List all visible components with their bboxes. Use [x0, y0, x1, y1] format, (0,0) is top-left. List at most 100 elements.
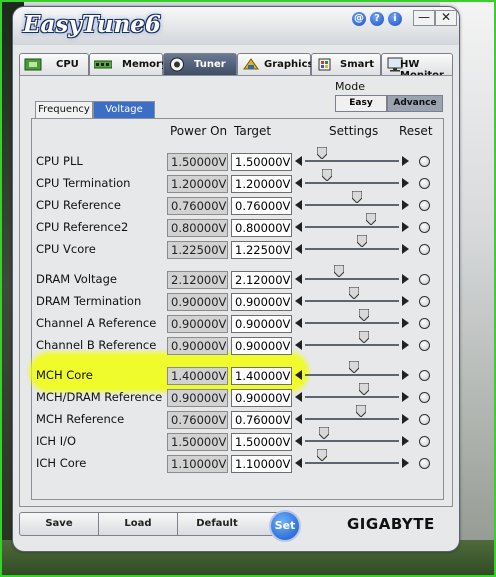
help-icon-button[interactable]: ? [370, 12, 384, 26]
voltage-slider[interactable] [295, 383, 409, 405]
reset-radio[interactable] [419, 178, 430, 189]
slider-thumb[interactable] [359, 309, 370, 321]
slider-track[interactable] [305, 226, 399, 228]
slider-left-arrow-icon[interactable] [295, 340, 302, 350]
slider-right-arrow-icon[interactable] [402, 370, 409, 380]
target-input[interactable]: 0.90000V [231, 337, 292, 355]
slider-left-arrow-icon[interactable] [295, 200, 302, 210]
slider-track[interactable] [305, 440, 399, 442]
mode-advance-button[interactable]: Advance [387, 95, 443, 112]
slider-right-arrow-icon[interactable] [402, 274, 409, 284]
voltage-slider[interactable] [295, 287, 409, 309]
slider-thumb[interactable] [365, 213, 376, 225]
voltage-slider[interactable] [295, 235, 409, 257]
reset-radio[interactable] [419, 414, 430, 425]
reset-radio[interactable] [419, 392, 430, 403]
slider-left-arrow-icon[interactable] [295, 156, 302, 166]
voltage-slider[interactable] [295, 309, 409, 331]
voltage-slider[interactable] [295, 265, 409, 287]
voltage-slider[interactable] [295, 191, 409, 213]
tab-graphics[interactable]: Graphics [237, 53, 313, 76]
slider-thumb[interactable] [321, 169, 332, 181]
mode-easy-button[interactable]: Easy [335, 95, 387, 112]
tab-hw-monitor[interactable]: HW Monitor [381, 53, 453, 81]
slider-thumb[interactable] [348, 287, 359, 299]
reset-radio[interactable] [419, 244, 430, 255]
slider-track[interactable] [305, 204, 399, 206]
tab-tuner[interactable]: Tuner [163, 53, 237, 76]
reset-radio[interactable] [419, 200, 430, 211]
voltage-slider[interactable] [295, 331, 409, 353]
target-input[interactable]: 0.76000V [231, 197, 292, 215]
slider-track[interactable] [305, 396, 399, 398]
target-input[interactable]: 1.50000V [231, 433, 292, 451]
slider-track[interactable] [305, 418, 399, 420]
slider-right-arrow-icon[interactable] [402, 178, 409, 188]
slider-right-arrow-icon[interactable] [402, 318, 409, 328]
slider-left-arrow-icon[interactable] [295, 436, 302, 446]
slider-track[interactable] [305, 462, 399, 464]
slider-left-arrow-icon[interactable] [295, 458, 302, 468]
slider-right-arrow-icon[interactable] [402, 244, 409, 254]
slider-thumb[interactable] [348, 361, 359, 373]
slider-right-arrow-icon[interactable] [402, 414, 409, 424]
voltage-slider[interactable] [295, 361, 409, 383]
tab-smart[interactable]: Smart [311, 53, 381, 76]
slider-right-arrow-icon[interactable] [402, 222, 409, 232]
save-button[interactable]: Save [20, 513, 99, 535]
reset-radio[interactable] [419, 318, 430, 329]
voltage-slider[interactable] [295, 427, 409, 449]
slider-track[interactable] [305, 248, 399, 250]
default-button[interactable]: Default [178, 513, 256, 535]
slider-thumb[interactable] [351, 191, 362, 203]
slider-track[interactable] [305, 182, 399, 184]
target-input[interactable]: 1.20000V [231, 175, 292, 193]
slider-left-arrow-icon[interactable] [295, 178, 302, 188]
at-icon-button[interactable]: @ [352, 12, 366, 26]
close-button[interactable]: ✕ [435, 10, 457, 26]
reset-radio[interactable] [419, 436, 430, 447]
target-input[interactable]: 1.50000V [231, 153, 292, 171]
slider-right-arrow-icon[interactable] [402, 436, 409, 446]
target-input[interactable]: 0.90000V [231, 293, 292, 311]
slider-left-arrow-icon[interactable] [295, 222, 302, 232]
slider-left-arrow-icon[interactable] [295, 296, 302, 306]
slider-left-arrow-icon[interactable] [295, 370, 302, 380]
voltage-slider[interactable] [295, 169, 409, 191]
tab-memory[interactable]: Memory [89, 53, 167, 76]
reset-radio[interactable] [419, 370, 430, 381]
slider-thumb[interactable] [316, 147, 327, 159]
slider-thumb[interactable] [359, 383, 370, 395]
target-input[interactable]: 0.76000V [231, 411, 292, 429]
info-icon-button[interactable]: i [388, 12, 402, 26]
target-input[interactable]: 1.40000V [231, 367, 292, 385]
reset-radio[interactable] [419, 340, 430, 351]
voltage-slider[interactable] [295, 213, 409, 235]
subtab-voltage[interactable]: Voltage [93, 101, 155, 118]
target-input[interactable]: 0.80000V [231, 219, 292, 237]
subtab-frequency[interactable]: Frequency [35, 101, 93, 118]
slider-thumb[interactable] [357, 235, 368, 247]
tab-cpu[interactable]: CPU [19, 53, 89, 76]
slider-track[interactable] [305, 322, 399, 324]
target-input[interactable]: 1.22500V [231, 241, 292, 259]
reset-radio[interactable] [419, 458, 430, 469]
slider-right-arrow-icon[interactable] [402, 458, 409, 468]
slider-track[interactable] [305, 374, 399, 376]
load-button[interactable]: Load [99, 513, 178, 535]
target-input[interactable]: 0.90000V [231, 389, 292, 407]
slider-track[interactable] [305, 160, 399, 162]
slider-thumb[interactable] [356, 405, 367, 417]
slider-right-arrow-icon[interactable] [402, 392, 409, 402]
slider-right-arrow-icon[interactable] [402, 340, 409, 350]
target-input[interactable]: 1.10000V [231, 455, 292, 473]
reset-radio[interactable] [419, 156, 430, 167]
slider-right-arrow-icon[interactable] [402, 296, 409, 306]
slider-thumb[interactable] [359, 331, 370, 343]
slider-left-arrow-icon[interactable] [295, 244, 302, 254]
minimize-button[interactable]: — [413, 10, 435, 26]
voltage-slider[interactable] [295, 449, 409, 471]
reset-radio[interactable] [419, 274, 430, 285]
slider-thumb[interactable] [333, 265, 344, 277]
slider-thumb[interactable] [318, 427, 329, 439]
